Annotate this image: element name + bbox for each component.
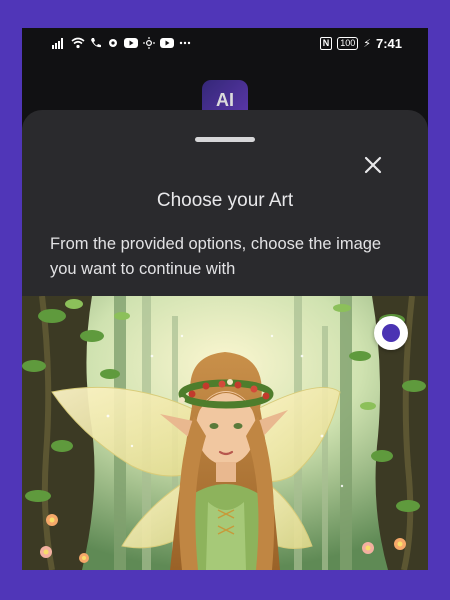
status-bar: N 100 ⚡ 7:41 <box>22 28 428 62</box>
art-option-image[interactable] <box>22 296 428 570</box>
status-time: 7:41 <box>375 36 402 51</box>
fairy-artwork <box>22 296 428 570</box>
art-select-radio[interactable] <box>374 316 408 350</box>
close-button[interactable] <box>358 150 388 180</box>
youtube-icon <box>160 38 174 48</box>
charging-icon: ⚡ <box>363 38 371 50</box>
wifi-icon <box>71 37 85 49</box>
phone-screen: N 100 ⚡ 7:41 AI Choose your Art From the… <box>22 28 428 570</box>
more-icon <box>179 41 191 45</box>
sheet-description: From the provided options, choose the im… <box>50 235 382 278</box>
nfc-icon: N <box>319 37 333 50</box>
sheet-drag-handle[interactable] <box>195 137 255 142</box>
close-icon <box>364 156 382 174</box>
brightness-icon <box>143 37 155 49</box>
radio-selected-dot <box>382 324 400 342</box>
call-icon <box>91 38 101 48</box>
youtube-icon <box>124 38 138 48</box>
battery-indicator: 100 <box>337 37 359 50</box>
settings-icon <box>109 39 117 47</box>
sheet-title: Choose your Art <box>156 190 294 211</box>
signal-icon <box>52 38 63 49</box>
choose-art-sheet: Choose your Art From the provided option… <box>22 110 428 570</box>
